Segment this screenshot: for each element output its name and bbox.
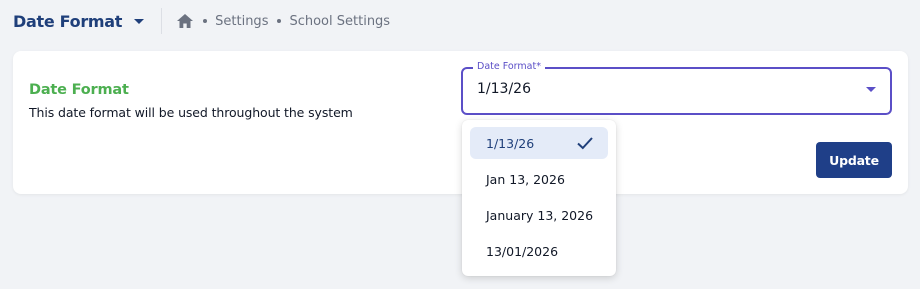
page-title: Date Format [13,11,123,31]
chevron-down-icon [134,18,145,24]
dropdown-option[interactable]: 1/13/26 [470,127,608,159]
section-title: Date Format [29,82,129,98]
breadcrumb-separator [277,19,282,23]
option-label: 13/01/2026 [486,243,559,259]
date-format-card: Date Format This date format will be use… [13,51,908,194]
dropdown-option[interactable]: 13/01/2026 [470,235,608,267]
update-button[interactable]: Update [816,142,892,178]
option-label: January 13, 2026 [486,207,594,223]
section-description: This date format will be used throughout… [29,105,353,120]
select-value: 1/13/26 [477,81,531,97]
date-format-select[interactable]: Date Format* 1/13/26 [461,61,892,115]
select-label: Date Format* [473,61,545,72]
divider [161,8,163,34]
date-format-dropdown: 1/13/26 Jan 13, 2026 January 13, 2026 13… [462,120,616,276]
top-bar: Date Format Settings School Settings [0,0,920,42]
check-icon [577,137,593,150]
caret-down-icon [866,87,876,92]
breadcrumb: Settings School Settings [176,13,390,29]
option-label: 1/13/26 [486,135,535,151]
breadcrumb-school-settings[interactable]: School Settings [289,14,390,29]
dropdown-option[interactable]: Jan 13, 2026 [470,163,608,195]
home-icon[interactable] [176,13,194,29]
dropdown-option[interactable]: January 13, 2026 [470,199,608,231]
breadcrumb-separator [203,19,208,23]
option-label: Jan 13, 2026 [486,171,565,187]
breadcrumb-settings[interactable]: Settings [215,14,268,29]
page-title-dropdown[interactable]: Date Format [0,6,145,36]
